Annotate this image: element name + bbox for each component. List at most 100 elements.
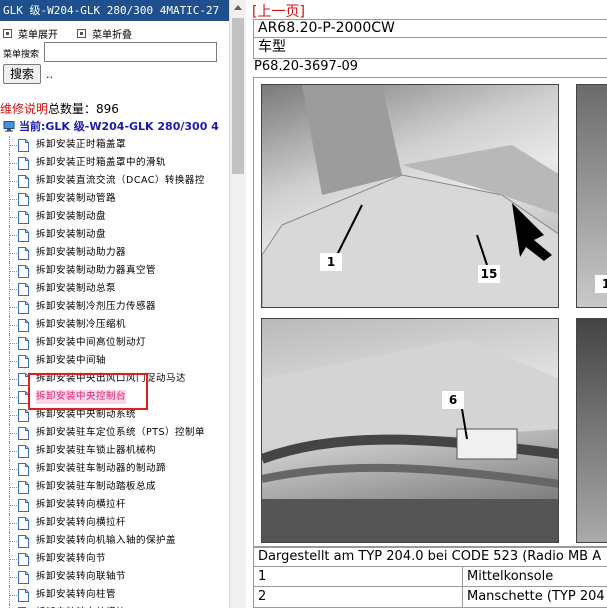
- prev-page-link[interactable]: [上一页]: [252, 1, 305, 21]
- tree-item[interactable]: 拆卸安装转向柱管: [0, 586, 229, 604]
- menu-expand-toggle[interactable]: 菜单展开: [3, 26, 58, 41]
- current-node[interactable]: 当前:GLK 级-W204-GLK 280/300 4: [3, 117, 219, 135]
- tree-line: [9, 415, 17, 416]
- document-icon: [18, 319, 29, 332]
- tree-item-label: 拆卸安装直流交流（DCAC）转换器控: [36, 175, 205, 186]
- document-icon: [18, 193, 29, 206]
- tree-item[interactable]: 拆卸安装转向横拉杆: [0, 514, 229, 532]
- tree-item[interactable]: 拆卸安装转向横拉杆: [0, 496, 229, 514]
- tree-line: [9, 541, 17, 542]
- tree-line: [9, 343, 17, 344]
- menu-frame: GLK 级-W204-GLK 280/300 4MATIC-27 菜单展开 菜单…: [0, 0, 229, 608]
- photo3-drawing: [262, 339, 558, 542]
- tree-line: [9, 595, 17, 596]
- tree-item[interactable]: 拆卸安装制冷剂压力传感器: [0, 298, 229, 316]
- tree-item[interactable]: 拆卸安装制冷压缩机: [0, 316, 229, 334]
- tree-item[interactable]: 拆卸安装制动助力器真空管: [0, 262, 229, 280]
- tree-item[interactable]: 拆卸安装驻车锁止器机械构: [0, 442, 229, 460]
- search-button[interactable]: 搜索: [3, 64, 41, 84]
- tree-item[interactable]: 拆卸安装驻车定位系统（PTS）控制单: [0, 424, 229, 442]
- count-label: 维修说明: [0, 102, 49, 116]
- document-icon: [18, 409, 29, 422]
- tree-line: [9, 451, 17, 452]
- tree-item[interactable]: 拆卸安装转向机输入轴的保护盖: [0, 532, 229, 550]
- document-icon: [18, 499, 29, 512]
- tree-line: [9, 469, 17, 470]
- tree-item[interactable]: 拆卸安装正时箱盖罩: [0, 136, 229, 154]
- scroll-thumb[interactable]: [232, 18, 244, 174]
- document-icon: [18, 535, 29, 548]
- tree-item[interactable]: 拆卸安装中间轴: [0, 352, 229, 370]
- tree-item[interactable]: 拆卸安装制动管路: [0, 190, 229, 208]
- tree-item-label: 拆卸安装制冷剂压力传感器: [36, 301, 157, 312]
- document-icon: [18, 589, 29, 602]
- tree-line: [9, 604, 10, 608]
- document-icon: [18, 139, 29, 152]
- callout-15: 15: [478, 265, 500, 283]
- document-code: AR68.20-P-2000CW: [253, 19, 607, 38]
- tree-item[interactable]: 拆卸安装制动助力器: [0, 244, 229, 262]
- tree-line: [9, 433, 17, 434]
- menu-title: GLK 级-W204-GLK 280/300 4MATIC-27: [0, 0, 229, 21]
- document-icon: [18, 517, 29, 530]
- tree-line: [9, 289, 17, 290]
- document-icon: [18, 211, 29, 224]
- callout-6: 6: [442, 391, 464, 409]
- document-icon: [18, 355, 29, 368]
- tree-item-label: 拆卸安装驻车制动器的制动蹄: [36, 463, 167, 474]
- document-icon: [18, 229, 29, 242]
- figure-id: P68.20-3697-09: [254, 59, 359, 74]
- photo-wiring-harness: 6: [261, 318, 559, 543]
- tree-item-label: 拆卸安装驻车定位系统（PTS）控制单: [36, 427, 206, 438]
- tree-item[interactable]: 拆卸安装转向联轴节: [0, 568, 229, 586]
- tree-item[interactable]: 拆卸安装驻车制动器的制动蹄: [0, 460, 229, 478]
- tree-item[interactable]: 拆卸安装制动盘: [0, 208, 229, 226]
- document-icon: [18, 175, 29, 188]
- document-icon: [18, 445, 29, 458]
- document-icon: [18, 463, 29, 476]
- tree-item[interactable]: 拆卸安装中间高位制动灯: [0, 334, 229, 352]
- part-row: 2 Manschette (TYP 204: [253, 587, 607, 608]
- document-icon: [18, 265, 29, 278]
- document-icon: [18, 283, 29, 296]
- tree-item-label: 拆卸安装正时箱盖罩: [36, 139, 127, 150]
- tree-item[interactable]: 拆卸安装制动总泵: [0, 280, 229, 298]
- current-node-label: 当前:GLK 级-W204-GLK 280/300 4: [19, 120, 219, 133]
- highlight-box: [28, 373, 148, 410]
- collapse-icon: [77, 28, 86, 38]
- tree-item-label: 拆卸安装驻车制动踏板总成: [36, 481, 157, 492]
- menu-collapse-toggle[interactable]: 菜单折叠: [77, 26, 132, 41]
- tree-line: [9, 577, 17, 578]
- part-row: 1 Mittelkonsole: [253, 567, 607, 587]
- tree-item-label: 拆卸安装正时箱盖罩中的滑轨: [36, 157, 167, 168]
- tree-line: [9, 145, 17, 146]
- tree-line: [9, 199, 17, 200]
- part-number: 2: [258, 589, 267, 604]
- tree-item[interactable]: 拆卸安装驻车制动踏板总成: [0, 478, 229, 496]
- menu-expand-label: 菜单展开: [18, 29, 58, 41]
- tree-item-label: 拆卸安装制动管路: [36, 193, 117, 204]
- tree-item-label: 拆卸安装制动总泵: [36, 283, 117, 294]
- document-icon: [18, 427, 29, 440]
- content-frame: [上一页] AR68.20-P-2000CW 车型 P68.20-3697-09…: [247, 0, 607, 608]
- tree-item[interactable]: 拆卸安装转向柱模块: [0, 604, 229, 608]
- tree-item-label: 拆卸安装转向柱管: [36, 589, 117, 600]
- tree-item-label: 拆卸安装制动助力器: [36, 247, 127, 258]
- part-name: Mittelkonsole: [467, 569, 554, 584]
- part-name: Manschette (TYP 204: [467, 589, 605, 604]
- search-label: 菜单搜索: [3, 50, 40, 60]
- document-icon: [18, 553, 29, 566]
- tree-item[interactable]: 拆卸安装转向节: [0, 550, 229, 568]
- scroll-up-icon[interactable]: [234, 5, 242, 10]
- search-input[interactable]: [44, 42, 217, 62]
- document-icon: [18, 301, 29, 314]
- tree-item[interactable]: 拆卸安装正时箱盖罩中的滑轨: [0, 154, 229, 172]
- menu-scrollbar[interactable]: [229, 0, 246, 608]
- tree-line: [9, 559, 17, 560]
- tree-line: [9, 361, 17, 362]
- tree-item[interactable]: 拆卸安装直流交流（DCAC）转换器控: [0, 172, 229, 190]
- tree-item-label: 拆卸安装转向联轴节: [36, 571, 127, 582]
- tree-item[interactable]: 拆卸安装制动盘: [0, 226, 229, 244]
- tree-line: [9, 397, 17, 398]
- tree-item-label: 拆卸安装转向横拉杆: [36, 499, 127, 510]
